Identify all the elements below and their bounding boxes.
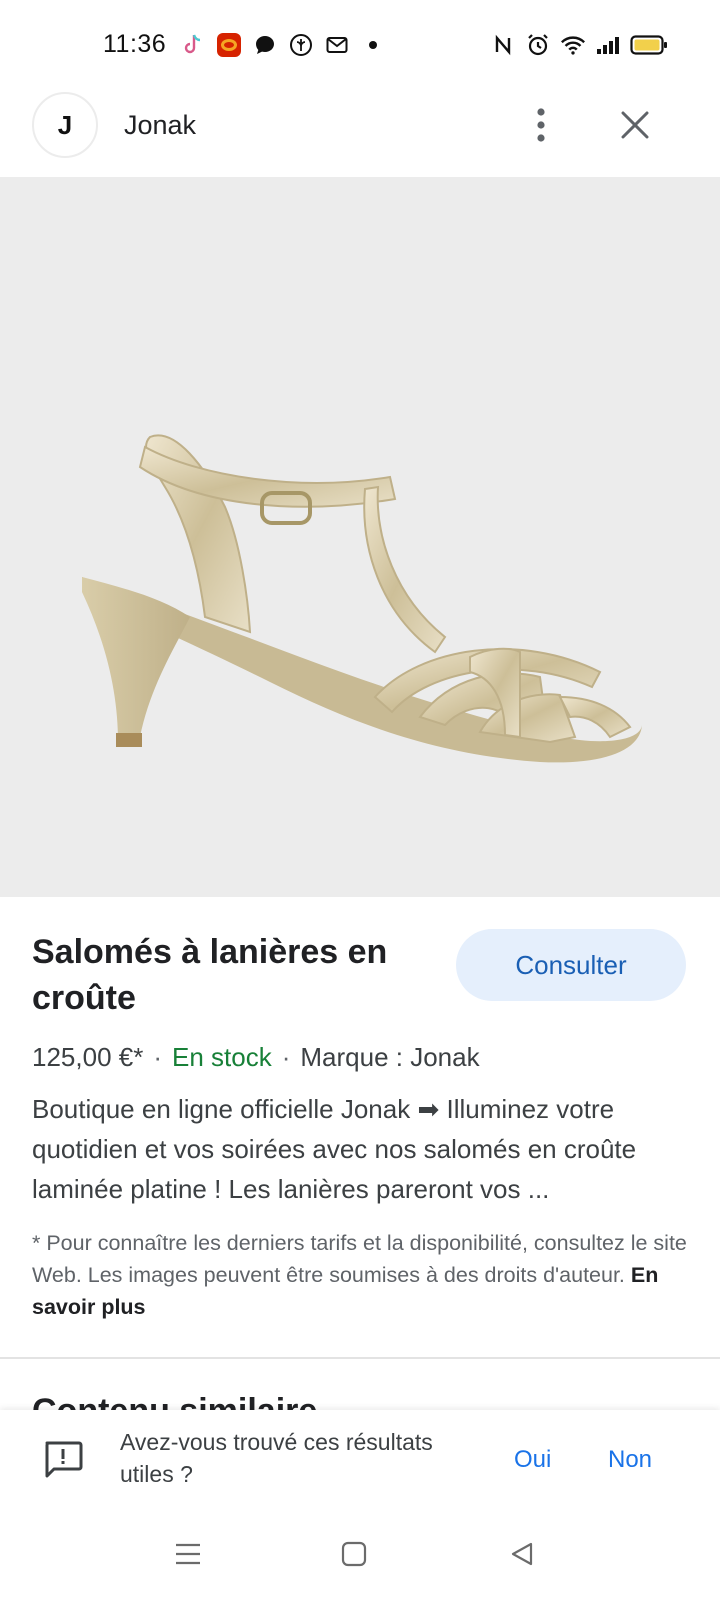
divider xyxy=(0,1357,720,1359)
notification-icons xyxy=(180,32,386,58)
more-options-button[interactable] xyxy=(524,102,558,148)
disclaimer: * Pour connaître les derniers tarifs et … xyxy=(32,1227,692,1323)
recent-apps-button[interactable] xyxy=(172,1538,204,1570)
system-icons xyxy=(490,32,668,58)
sandal-image xyxy=(82,434,642,763)
product-meta: 125,00 €* · En stock · Marque : Jonak xyxy=(32,1042,480,1073)
menu-icon xyxy=(176,1543,200,1565)
battery-icon xyxy=(630,32,668,58)
product-description: Boutique en ligne officielle Jonak ➡ Ill… xyxy=(32,1094,637,1204)
feedback-icon xyxy=(42,1440,84,1485)
consult-button[interactable]: Consulter xyxy=(456,929,686,1001)
feedback-yes-button[interactable]: Oui xyxy=(514,1446,551,1474)
product-image[interactable] xyxy=(0,177,720,897)
signal-icon xyxy=(595,32,621,58)
site-name[interactable]: Jonak xyxy=(124,110,196,141)
feedback-no-button[interactable]: Non xyxy=(608,1446,652,1474)
product-title: Salomés à lanières en croûte xyxy=(32,933,388,1017)
wifi-icon xyxy=(560,32,586,58)
tiktok-icon xyxy=(180,32,206,58)
dot-icon xyxy=(360,32,386,58)
feedback-bar: Avez-vous trouvé ces résultats utiles ? … xyxy=(0,1410,720,1510)
square-icon xyxy=(341,1541,367,1567)
status-time: 11:36 xyxy=(103,30,167,58)
disclaimer-text: * Pour connaître les derniers tarifs et … xyxy=(32,1231,687,1287)
back-button[interactable] xyxy=(506,1538,538,1570)
alarm-icon xyxy=(525,32,551,58)
product-price: 125,00 €* xyxy=(32,1042,144,1072)
more-vert-icon xyxy=(537,108,545,142)
close-icon xyxy=(621,111,649,139)
separator-dot: · xyxy=(153,1042,162,1072)
burger-king-icon xyxy=(216,32,242,58)
home-button[interactable] xyxy=(338,1538,370,1570)
leaf-icon xyxy=(288,32,314,58)
close-button[interactable] xyxy=(612,102,658,148)
stock-status: En stock xyxy=(172,1042,272,1072)
separator-dot: · xyxy=(281,1042,291,1072)
messenger-icon xyxy=(252,32,278,58)
mail-icon xyxy=(324,32,350,58)
site-header: J Jonak xyxy=(0,88,720,178)
product-brand: Marque : Jonak xyxy=(300,1042,480,1072)
nfc-icon xyxy=(490,32,516,58)
status-bar: 11:36 xyxy=(0,0,720,88)
back-triangle-icon xyxy=(511,1542,533,1566)
feedback-question: Avez-vous trouvé ces résultats utiles ? xyxy=(120,1429,433,1487)
navigation-bar xyxy=(0,1510,720,1600)
site-logo[interactable]: J xyxy=(32,92,98,158)
